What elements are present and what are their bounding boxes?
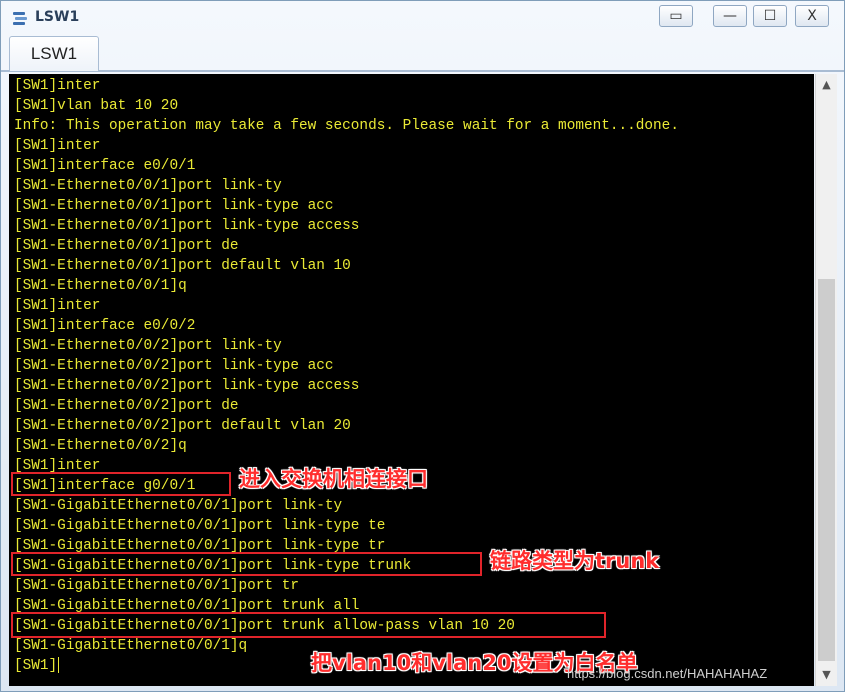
terminal-line-text: [SW1-Ethernet0/0/2]port default vlan 20 [14,418,351,434]
terminal-line: [SW1-Ethernet0/0/1]port link-type acc [14,196,679,216]
terminal-line-text: [SW1]inter [14,78,101,94]
close-button[interactable]: X [795,5,829,27]
tab-lsw1[interactable]: LSW1 [9,36,99,71]
terminal-line-text: [SW1-Ethernet0/0/2]port link-type access [14,378,360,394]
watermark: https://blog.csdn.net/HAHAHAHAZ [567,666,768,681]
vertical-scrollbar[interactable]: ▲ ▼ [815,74,837,686]
terminal-line: [SW1-Ethernet0/0/2]port default vlan 20 [14,416,679,436]
highlight-interface-command [11,472,231,496]
terminal-line: [SW1]interface e0/0/1 [14,156,679,176]
annotation-enter-interface: 进入交换机相连接口 [239,467,428,491]
tab-bar: LSW1 [1,34,844,72]
cursor-icon [58,657,60,674]
terminal-line-text: [SW1-GigabitEthernet0/0/1]q [14,638,248,654]
terminal-line: [SW1-Ethernet0/0/1]port link-type access [14,216,679,236]
terminal-line-text: [SW1]interface e0/0/1 [14,158,196,174]
scrollbar-thumb[interactable] [818,279,835,661]
highlight-link-type-command [11,552,482,576]
terminal-line: Info: This operation may take a few seco… [14,116,679,136]
highlight-allow-pass-command [11,612,606,638]
terminal-line-text: [SW1-Ethernet0/0/1]port link-type access [14,218,360,234]
terminal-line-text: [SW1-Ethernet0/0/1]port default vlan 10 [14,258,351,274]
terminal-line-text: Info: This operation may take a few seco… [14,118,679,134]
restore-button[interactable]: ▭ [659,5,693,27]
annotation-link-type: 链路类型为trunk [490,549,660,573]
terminal-line: [SW1-Ethernet0/0/1]port default vlan 10 [14,256,679,276]
scroll-up-arrow-icon[interactable]: ▲ [816,74,837,96]
terminal-line: [SW1-GigabitEthernet0/0/1]port tr [14,576,679,596]
terminal-line-text: [SW1-Ethernet0/0/2]port de [14,398,239,414]
terminal-line: [SW1-Ethernet0/0/1]q [14,276,679,296]
terminal-line: [SW1-GigabitEthernet0/0/1]port link-ty [14,496,679,516]
maximize-icon: ☐ [763,8,777,24]
terminal-console[interactable]: [SW1]inter [SW1]vlan bat 10 20 Info: This … [9,74,814,686]
terminal-line-text: [SW1-Ethernet0/0/1]port de [14,238,239,254]
minimize-button[interactable]: — [713,5,747,27]
close-icon: X [807,8,817,24]
terminal-line: [SW1]interface e0/0/2 [14,316,679,336]
terminal-line: [SW1-Ethernet0/0/2]q [14,436,679,456]
terminal-line: [SW1]vlan bat 10 20 [14,96,679,116]
scroll-down-arrow-icon[interactable]: ▼ [816,664,837,686]
terminal-line-text: [SW1]vlan bat 10 20 [14,98,179,114]
terminal-line: [SW1-GigabitEthernet0/0/1]port link-type… [14,516,679,536]
title-bar[interactable]: LSW1 ▭ — ☐ X [1,1,844,34]
terminal-line-text: [SW1]interface e0/0/2 [14,318,196,334]
terminal-line: [SW1-Ethernet0/0/1]port de [14,236,679,256]
window-title: LSW1 [35,9,80,25]
terminal-line-text: [SW1-Ethernet0/0/1]q [14,278,187,294]
terminal-line-text: [SW1-GigabitEthernet0/0/1]port tr [14,578,299,594]
terminal-line-text: [SW1-Ethernet0/0/2]port link-ty [14,338,282,354]
terminal-line-text: [SW1-Ethernet0/0/2]q [14,438,187,454]
terminal-line-text: [SW1] [14,658,58,674]
terminal-line: [SW1-Ethernet0/0/1]port link-ty [14,176,679,196]
minimize-icon: — [723,8,737,24]
terminal-line: [SW1]inter [14,296,679,316]
terminal-line: [SW1]inter [14,76,679,96]
terminal-line: [SW1-Ethernet0/0/2]port link-ty [14,336,679,356]
terminal-line-text: [SW1]inter [14,138,101,154]
switch-icon [13,12,27,25]
terminal-line: [SW1-Ethernet0/0/2]port de [14,396,679,416]
tab-divider [1,70,844,72]
terminal-line: [SW1-Ethernet0/0/2]port link-type acc [14,356,679,376]
terminal-lines: [SW1]inter [SW1]vlan bat 10 20 Info: This … [14,76,679,676]
terminal-line-text: [SW1-GigabitEthernet0/0/1]port link-ty [14,498,343,514]
terminal-line-text: [SW1-GigabitEthernet0/0/1]port link-type… [14,518,386,534]
restore-icon: ▭ [669,8,683,24]
maximize-button[interactable]: ☐ [753,5,787,27]
terminal-line-text: [SW1]inter [14,298,101,314]
terminal-line: [SW1]inter [14,136,679,156]
terminal-line: [SW1-Ethernet0/0/2]port link-type access [14,376,679,396]
terminal-line-text: [SW1-Ethernet0/0/2]port link-type acc [14,358,334,374]
terminal-line-text: [SW1-Ethernet0/0/1]port link-type acc [14,198,334,214]
terminal-line-text: [SW1-Ethernet0/0/1]port link-ty [14,178,282,194]
app-window: LSW1 ▭ — ☐ X LSW1 [SW1]inter [SW1]vlan ba… [0,0,845,692]
